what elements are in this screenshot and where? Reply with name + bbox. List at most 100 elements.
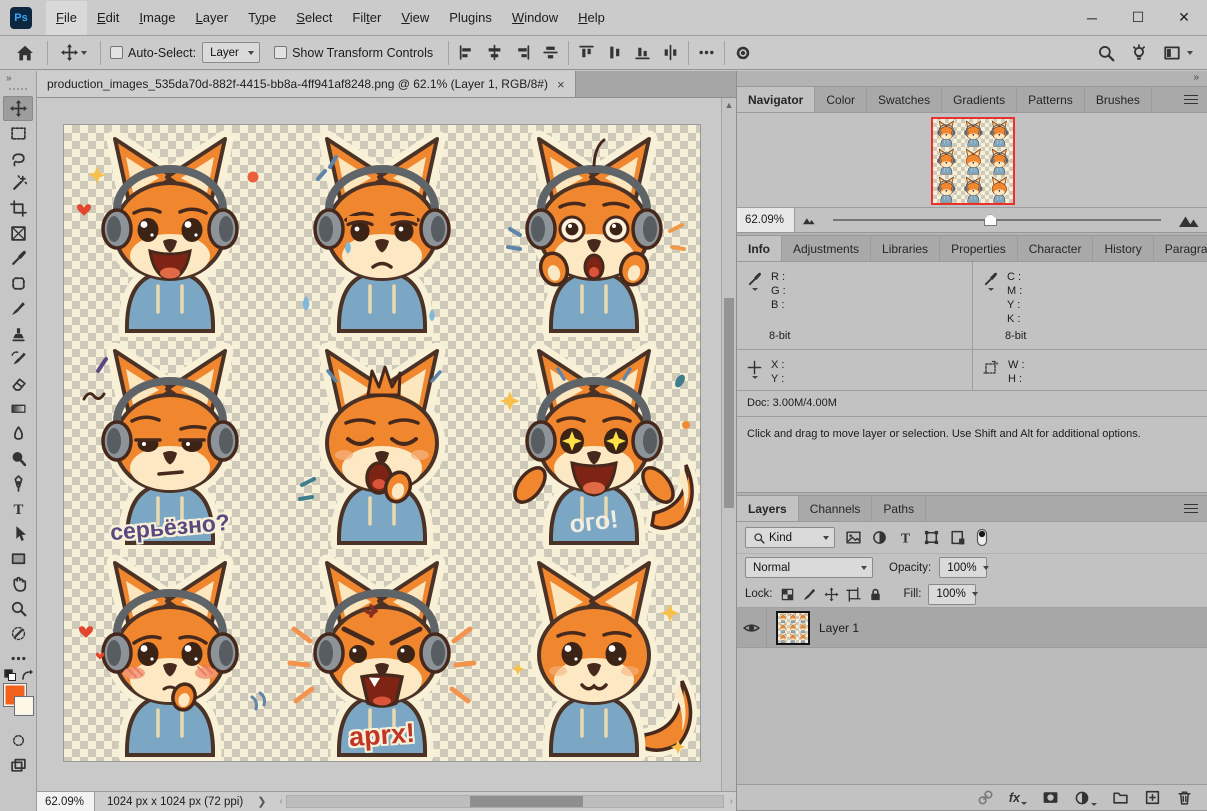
magic-wand-tool[interactable] (3, 171, 33, 196)
zoom-in-mountains-icon[interactable] (1178, 213, 1200, 228)
tab-navigator[interactable]: Navigator (737, 87, 815, 112)
scroll-left-icon[interactable]: ‹ (276, 796, 285, 807)
mask-brush-tool[interactable] (3, 621, 33, 646)
scroll-up-icon[interactable]: ▲ (722, 98, 736, 112)
menu-layer[interactable]: Layer (186, 1, 239, 35)
menu-help[interactable]: Help (568, 1, 615, 35)
lightbulb-icon[interactable] (1130, 44, 1148, 62)
type-tool[interactable]: T (3, 496, 33, 521)
tab-close-icon[interactable]: × (557, 77, 565, 92)
move-tool-preset[interactable] (57, 44, 91, 61)
maximize-button[interactable]: ☐ (1115, 0, 1161, 36)
align-right-icon[interactable] (514, 44, 531, 61)
menu-edit[interactable]: Edit (87, 1, 129, 35)
canvas[interactable]: серьёзно? (64, 125, 700, 761)
vertical-scroll-thumb[interactable] (724, 298, 734, 508)
layer-mask-icon[interactable] (1042, 790, 1059, 805)
workspace-icon[interactable] (1163, 44, 1181, 62)
more-options-icon[interactable] (698, 44, 715, 61)
minimize-button[interactable]: ─ (1069, 0, 1115, 36)
filter-image-icon[interactable] (845, 529, 862, 546)
panel-menu-icon[interactable] (1175, 93, 1207, 106)
align-middle-icon[interactable] (542, 44, 559, 61)
tab-character[interactable]: Character (1018, 236, 1094, 261)
menu-image[interactable]: Image (129, 1, 185, 35)
quick-mask-button[interactable] (3, 728, 33, 753)
eyedropper-tool[interactable] (3, 246, 33, 271)
filter-type-icon[interactable]: T (897, 529, 914, 546)
align-center-horizontal-icon[interactable] (486, 44, 503, 61)
crop-tool[interactable] (3, 196, 33, 221)
tab-channels[interactable]: Channels (799, 496, 873, 521)
tab-brushes[interactable]: Brushes (1085, 87, 1152, 112)
navigator-thumbnail[interactable] (931, 117, 1015, 205)
tab-adjustments[interactable]: Adjustments (782, 236, 871, 261)
align-top-icon[interactable] (578, 44, 595, 61)
filter-toggle-switch[interactable] (975, 528, 989, 547)
layer-filter-kind-dropdown[interactable]: Kind (745, 527, 835, 548)
zoom-out-mountains-icon[interactable] (802, 214, 816, 226)
auto-select-checkbox[interactable] (110, 46, 123, 59)
filter-smart-object-icon[interactable] (949, 529, 966, 546)
tab-info[interactable]: Info (737, 236, 782, 261)
document-tab[interactable]: production_images_535da70d-882f-4415-bb8… (37, 71, 576, 97)
new-adjustment-button[interactable] (1074, 790, 1097, 806)
chevron-down-icon[interactable] (1187, 51, 1193, 55)
layer-name[interactable]: Layer 1 (819, 621, 859, 635)
zoom-tool[interactable] (3, 596, 33, 621)
gear-icon[interactable] (734, 44, 752, 62)
tab-properties[interactable]: Properties (940, 236, 1018, 261)
layer-visibility-toggle[interactable] (737, 608, 767, 647)
menu-select[interactable]: Select (286, 1, 342, 35)
show-transform-checkbox[interactable] (274, 46, 287, 59)
tab-paths[interactable]: Paths (872, 496, 926, 521)
clone-stamp-tool[interactable] (3, 321, 33, 346)
panel-menu-icon[interactable] (1175, 502, 1207, 515)
layer-thumbnail[interactable] (776, 611, 810, 645)
tab-layers[interactable]: Layers (737, 496, 799, 521)
collapse-panels-icon[interactable]: » (737, 71, 1207, 86)
vertical-scrollbar[interactable]: ▲ (721, 98, 736, 791)
close-button[interactable]: ✕ (1161, 0, 1207, 36)
horizontal-scroll-thumb[interactable] (470, 796, 583, 807)
home-button[interactable] (12, 44, 38, 62)
lock-all-icon[interactable] (868, 587, 883, 602)
blur-tool[interactable] (3, 421, 33, 446)
link-icon[interactable] (977, 789, 994, 806)
tab-swatches[interactable]: Swatches (867, 87, 942, 112)
collapse-tools-icon[interactable]: » (0, 71, 36, 86)
status-chevron-icon[interactable]: ❯ (257, 795, 266, 808)
navigator-zoom-slider[interactable] (833, 208, 1161, 232)
scroll-right-icon[interactable]: › (727, 796, 736, 807)
pen-tool[interactable] (3, 471, 33, 496)
opacity-dropdown[interactable]: 100% (939, 557, 987, 578)
lock-transparency-icon[interactable] (780, 587, 795, 602)
menu-filter[interactable]: Filter (342, 1, 391, 35)
path-select-tool[interactable] (3, 521, 33, 546)
fill-dropdown[interactable]: 100% (928, 584, 976, 605)
tab-gradients[interactable]: Gradients (942, 87, 1017, 112)
lock-pixels-icon[interactable] (802, 587, 817, 602)
rectangle-tool[interactable] (3, 546, 33, 571)
menu-file[interactable]: File (46, 1, 87, 35)
delete-layer-icon[interactable] (1176, 789, 1193, 806)
filter-adjustment-icon[interactable] (871, 529, 888, 546)
brush-tool[interactable] (3, 296, 33, 321)
lock-position-icon[interactable] (824, 587, 839, 602)
group-folder-icon[interactable] (1112, 789, 1129, 806)
screen-mode-button[interactable] (3, 753, 33, 778)
align-bottom-icon[interactable] (634, 44, 651, 61)
filter-shape-icon[interactable] (923, 529, 940, 546)
layer-row-selected[interactable]: Layer 1 (737, 608, 1207, 648)
zoom-slider-thumb[interactable] (984, 214, 997, 226)
background-color-swatch[interactable] (14, 696, 34, 716)
tab-history[interactable]: History (1093, 236, 1153, 261)
tab-color[interactable]: Color (815, 87, 867, 112)
navigator-zoom-field[interactable]: 62.09% (737, 208, 795, 232)
menu-type[interactable]: Type (238, 1, 286, 35)
tools-grip-handle[interactable] (9, 88, 27, 92)
auto-select-target-dropdown[interactable]: Layer (202, 42, 260, 63)
distribute-horizontal-icon[interactable] (662, 44, 679, 61)
zoom-level-field[interactable]: 62.09% (37, 792, 95, 811)
move-tool[interactable] (3, 96, 33, 121)
